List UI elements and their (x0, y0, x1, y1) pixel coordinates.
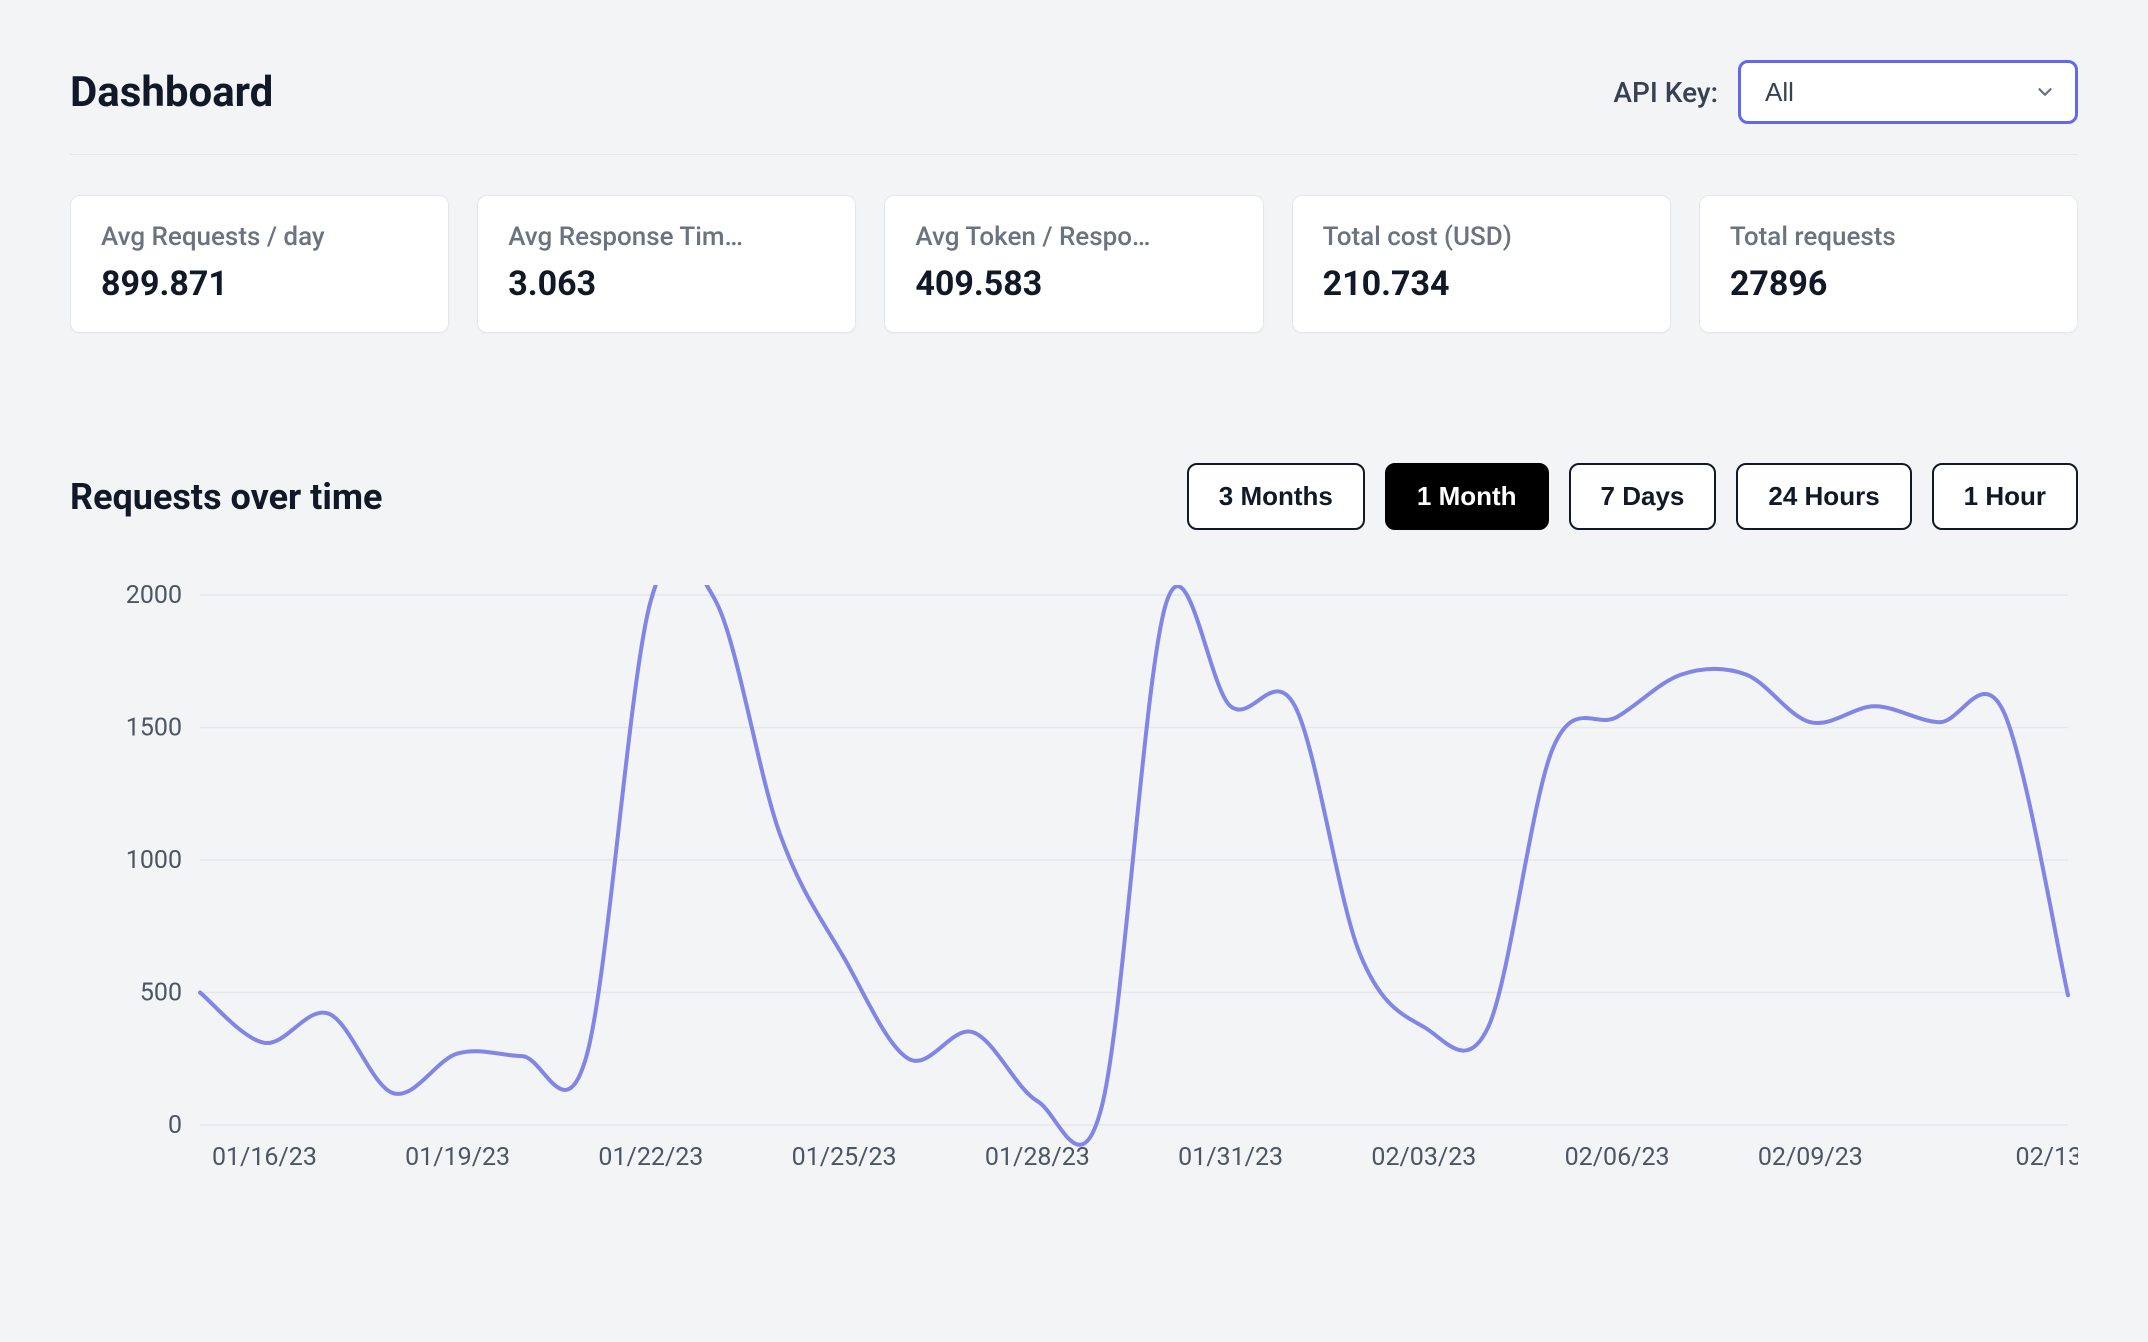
svg-text:02/09/23: 02/09/23 (1758, 1143, 1863, 1172)
range-24-hours-button[interactable]: 24 Hours (1736, 463, 1911, 530)
svg-text:2000: 2000 (126, 585, 182, 610)
stat-card-total-cost: Total cost (USD) 210.734 (1292, 195, 1671, 333)
stat-value: 210.734 (1323, 264, 1640, 304)
stat-value: 409.583 (915, 264, 1232, 304)
api-key-select[interactable]: All (1738, 60, 2078, 124)
stat-value: 899.871 (101, 264, 418, 304)
stat-label: Avg Response Tim… (508, 222, 825, 252)
svg-text:0: 0 (168, 1111, 182, 1140)
svg-text:01/28/23: 01/28/23 (985, 1143, 1090, 1172)
svg-text:1500: 1500 (126, 714, 182, 743)
svg-text:01/19/23: 01/19/23 (405, 1143, 510, 1172)
stat-card-avg-requests: Avg Requests / day 899.871 (70, 195, 449, 333)
stat-label: Avg Requests / day (101, 222, 418, 252)
stat-value: 3.063 (508, 264, 825, 304)
stat-card-total-requests: Total requests 27896 (1699, 195, 2078, 333)
range-3-months-button[interactable]: 3 Months (1187, 463, 1365, 530)
svg-text:02/03/23: 02/03/23 (1371, 1143, 1476, 1172)
svg-text:01/16/23: 01/16/23 (212, 1143, 317, 1172)
range-1-hour-button[interactable]: 1 Hour (1932, 463, 2078, 530)
range-1-month-button[interactable]: 1 Month (1385, 463, 1549, 530)
stat-label: Total cost (USD) (1323, 222, 1640, 252)
stat-card-avg-token: Avg Token / Respo… 409.583 (884, 195, 1263, 333)
chart-title: Requests over time (70, 476, 383, 518)
time-range-buttons: 3 Months 1 Month 7 Days 24 Hours 1 Hour (1187, 463, 2078, 530)
page-title: Dashboard (70, 68, 273, 117)
svg-text:1000: 1000 (126, 846, 182, 875)
svg-text:01/31/23: 01/31/23 (1178, 1143, 1283, 1172)
svg-text:01/22/23: 01/22/23 (598, 1143, 703, 1172)
svg-text:01/25/23: 01/25/23 (792, 1143, 897, 1172)
api-key-label: API Key: (1613, 76, 1718, 109)
svg-text:500: 500 (140, 979, 182, 1008)
requests-chart: 0 500 1000 1500 2000 01/16/23 01/19/23 01/22/23… (70, 585, 2078, 1175)
stat-label: Avg Token / Respo… (915, 222, 1232, 252)
api-key-filter: API Key: All (1613, 60, 2078, 124)
svg-text:02/13/23: 02/13/23 (2016, 1143, 2078, 1172)
svg-text:02/06/23: 02/06/23 (1565, 1143, 1670, 1172)
stat-value: 27896 (1730, 264, 2047, 304)
stats-row: Avg Requests / day 899.871 Avg Response … (70, 195, 2078, 333)
range-7-days-button[interactable]: 7 Days (1569, 463, 1717, 530)
stat-label: Total requests (1730, 222, 2047, 252)
stat-card-avg-response-time: Avg Response Tim… 3.063 (477, 195, 856, 333)
